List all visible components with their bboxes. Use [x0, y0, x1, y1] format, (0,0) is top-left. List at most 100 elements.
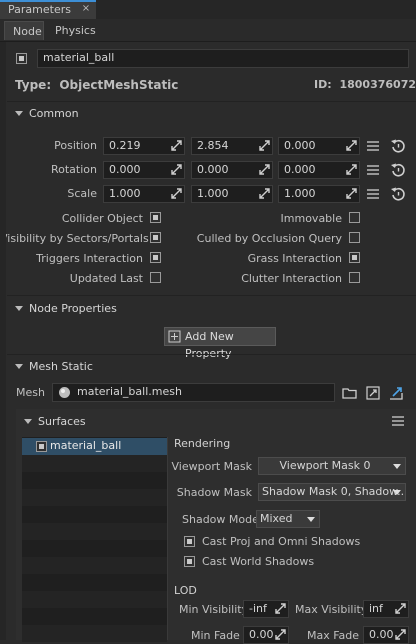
empty-list-row: [22, 506, 167, 523]
drag-handle-icon[interactable]: [275, 603, 286, 614]
max-visibility-label: Max Visibility: [295, 603, 368, 616]
viewport-mask-label: Viewport Mask: [171, 460, 252, 473]
flag-checkbox[interactable]: [150, 272, 161, 283]
position-z-input[interactable]: 0.000: [278, 137, 360, 155]
rotation-y-value: 0.000: [197, 163, 229, 176]
max-fade-input[interactable]: 0.00: [363, 626, 409, 644]
surfaces-list[interactable]: [22, 437, 168, 642]
flag-checkbox[interactable]: [349, 232, 360, 243]
mesh-label: Mesh: [16, 386, 45, 399]
flag-label: Visibility by Sectors/Portals: [0, 232, 149, 245]
position-label: Position: [54, 139, 97, 152]
flag-label: Collider Object: [61, 212, 143, 225]
divider: [7, 101, 416, 102]
flag-checkbox[interactable]: [150, 232, 161, 243]
dropdown-arrow-icon: [393, 490, 401, 495]
rotation-x-input[interactable]: 0.000: [103, 161, 185, 179]
drag-handle-icon[interactable]: [259, 164, 270, 175]
menu-icon[interactable]: [365, 162, 381, 178]
tab-parameters-label: Parameters: [8, 3, 71, 16]
min-fade-input[interactable]: 0.00: [243, 626, 289, 644]
empty-list-row: [22, 472, 167, 489]
cast-world-shadows-checkbox[interactable]: [184, 556, 195, 567]
cast-world-shadows-label: Cast World Shadows: [202, 555, 315, 568]
section-node-properties-header[interactable]: Node Properties: [7, 298, 416, 320]
reset-icon[interactable]: [390, 138, 406, 154]
empty-list-row: [22, 489, 167, 506]
drag-handle-icon[interactable]: [395, 629, 406, 640]
flag-checkbox[interactable]: [150, 212, 161, 223]
reset-icon[interactable]: [390, 186, 406, 202]
scrollbar[interactable]: [0, 42, 6, 640]
drag-handle-icon[interactable]: [395, 603, 406, 614]
drag-handle-icon[interactable]: [346, 164, 357, 175]
shadow-mask-label: Shadow Mask: [176, 486, 252, 499]
position-y-input[interactable]: 2.854: [191, 137, 273, 155]
drag-handle-icon[interactable]: [259, 140, 270, 151]
node-name-input[interactable]: material_ball: [37, 49, 409, 68]
min-visibility-input[interactable]: -inf: [243, 600, 289, 618]
scale-x-input[interactable]: 1.000: [103, 185, 185, 203]
close-icon[interactable]: ×: [80, 2, 92, 16]
scale-y-input[interactable]: 1.000: [191, 185, 273, 203]
empty-list-row: [22, 523, 167, 540]
menu-icon[interactable]: [390, 413, 406, 429]
drag-handle-icon[interactable]: [171, 140, 182, 151]
shadow-mode-select[interactable]: Mixed: [256, 510, 320, 528]
plus-icon: [168, 330, 181, 343]
flag-checkbox[interactable]: [349, 252, 360, 263]
drag-handle-icon[interactable]: [171, 164, 182, 175]
scale-z-input[interactable]: 1.000: [278, 185, 360, 203]
rotation-y-input[interactable]: 0.000: [191, 161, 273, 179]
locate-asset-icon[interactable]: [388, 385, 404, 401]
empty-list-row: [22, 608, 167, 625]
mesh-file-input[interactable]: material_ball.mesh: [52, 383, 335, 402]
rotation-label: Rotation: [50, 163, 97, 176]
tab-node[interactable]: Node: [4, 21, 44, 40]
shadow-mask-value: Shadow Mask 0, Shadow...: [262, 485, 406, 498]
flag-checkbox[interactable]: [150, 252, 161, 263]
section-surfaces-title: Surfaces: [38, 415, 86, 428]
min-fade-value: 0.00: [249, 628, 274, 641]
drag-handle-icon[interactable]: [171, 188, 182, 199]
expand-triangle-icon: [15, 306, 23, 311]
reset-icon[interactable]: [390, 162, 406, 178]
section-common-header[interactable]: Common: [7, 103, 416, 125]
position-x-value: 0.219: [109, 139, 141, 152]
flag-label: Immovable: [280, 212, 342, 225]
section-surfaces-header[interactable]: Surfaces: [16, 411, 406, 433]
shadow-mode-label: Shadow Mode: [182, 513, 259, 526]
flag-label: Triggers Interaction: [36, 252, 143, 265]
edit-mesh-icon[interactable]: [365, 385, 381, 401]
tab-physics[interactable]: Physics: [47, 21, 103, 40]
expand-triangle-icon: [15, 364, 23, 369]
drag-handle-icon[interactable]: [346, 140, 357, 151]
folder-open-icon[interactable]: [342, 385, 358, 401]
rotation-z-input[interactable]: 0.000: [278, 161, 360, 179]
node-enabled-checkbox[interactable]: [16, 53, 27, 64]
menu-icon[interactable]: [365, 186, 381, 202]
position-z-value: 0.000: [284, 139, 316, 152]
subtab-bar: Node Physics: [0, 19, 416, 42]
add-new-property-button[interactable]: Add New Property: [164, 327, 276, 360]
drag-handle-icon[interactable]: [275, 629, 286, 640]
id-label: ID: 1800376072: [314, 78, 416, 91]
id-label-text: ID:: [314, 78, 332, 91]
viewport-mask-select[interactable]: Viewport Mask 0: [258, 457, 406, 475]
dropdown-arrow-icon: [307, 517, 315, 522]
cast-proj-omni-checkbox[interactable]: [184, 536, 195, 547]
drag-handle-icon[interactable]: [346, 188, 357, 199]
surface-enabled-checkbox[interactable]: [36, 441, 47, 452]
surface-row[interactable]: material_ball: [22, 438, 167, 455]
section-mesh-static-header[interactable]: Mesh Static: [7, 356, 416, 378]
drag-handle-icon[interactable]: [259, 188, 270, 199]
flag-label: Updated Last: [69, 272, 143, 285]
position-x-input[interactable]: 0.219: [103, 137, 185, 155]
shadow-mask-select[interactable]: Shadow Mask 0, Shadow...: [258, 483, 406, 501]
max-fade-label: Max Fade: [307, 629, 360, 642]
flag-label: Clutter Interaction: [241, 272, 342, 285]
menu-icon[interactable]: [365, 138, 381, 154]
flag-checkbox[interactable]: [349, 212, 360, 223]
max-visibility-input[interactable]: inf: [363, 600, 409, 618]
flag-checkbox[interactable]: [349, 272, 360, 283]
